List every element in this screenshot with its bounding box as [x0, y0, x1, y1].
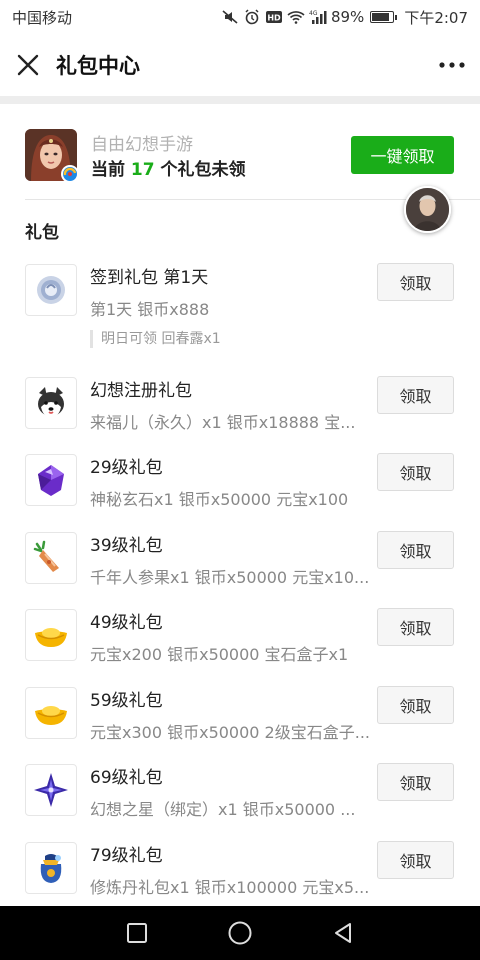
avatar-portrait-icon	[406, 188, 449, 231]
gift-name: 69级礼包	[90, 768, 163, 788]
hd-icon: HD	[265, 9, 283, 25]
gift-icon	[25, 264, 77, 316]
gift-description: 修炼丹礼包x1 银币x100000 元宝x5...	[90, 878, 370, 897]
page-title: 礼包中心	[56, 54, 140, 78]
gift-row: 49级礼包 元宝x200 银币x50000 宝石盒子x1 领取	[0, 597, 480, 667]
gold-ingot-icon	[35, 706, 67, 725]
section-title: 礼包	[25, 223, 59, 243]
more-button[interactable]	[424, 34, 480, 96]
signal-icon: 4G	[309, 9, 327, 25]
gift-row: 签到礼包 第1天 第1天 银币x888 明日可领 回春露x1 领取	[0, 252, 480, 348]
gift-name: 39级礼包	[90, 536, 163, 556]
home-button[interactable]	[220, 913, 260, 953]
gift-row: 79级礼包 修炼丹礼包x1 银币x100000 元宝x5... 领取	[0, 830, 480, 900]
claim-button[interactable]: 领取	[377, 531, 454, 569]
close-button[interactable]	[0, 34, 56, 96]
gift-description: 元宝x300 银币x50000 2级宝石盒子...	[90, 723, 370, 742]
game-name: 自由幻想手游	[91, 135, 193, 155]
close-icon	[17, 54, 39, 76]
gift-name: 79级礼包	[90, 846, 163, 866]
header-separator	[0, 96, 480, 104]
claim-button[interactable]: 领取	[377, 763, 454, 801]
gift-name: 幻想注册礼包	[90, 381, 192, 401]
recents-button[interactable]	[117, 913, 157, 953]
claim-button[interactable]: 领取	[377, 263, 454, 301]
claim-button[interactable]: 领取	[377, 608, 454, 646]
gift-icon	[25, 377, 77, 429]
gift-description: 第1天 银币x888	[90, 300, 210, 319]
gift-row: 幻想注册礼包 来福儿（永久）x1 银币x18888 宝... 领取	[0, 365, 480, 435]
svg-text:4G: 4G	[309, 10, 318, 17]
gift-description: 幻想之星（绑定）x1 银币x50000 ...	[90, 800, 356, 819]
floating-user-avatar[interactable]	[404, 186, 451, 233]
gift-icon	[25, 454, 77, 506]
battery-percent: 89%	[330, 8, 365, 26]
platform-badge-icon	[63, 167, 77, 181]
gift-icon	[25, 764, 77, 816]
gift-description: 来福儿（永久）x1 银币x18888 宝...	[90, 413, 356, 432]
circle-icon	[228, 921, 252, 945]
gift-icon	[25, 687, 77, 739]
gift-row: 69级礼包 幻想之星（绑定）x1 银币x50000 ... 领取	[0, 752, 480, 822]
triangle-back-icon	[335, 923, 352, 943]
claim-button[interactable]: 领取	[377, 686, 454, 724]
pending-gift-count: 当前 17 个礼包未领	[91, 155, 246, 180]
gift-row: 29级礼包 神秘玄石x1 银币x50000 元宝x100 领取	[0, 442, 480, 512]
battery-icon	[370, 11, 398, 23]
claim-button[interactable]: 领取	[377, 841, 454, 879]
square-icon	[126, 923, 147, 943]
claim-button[interactable]: 领取	[377, 376, 454, 414]
purple-gem-icon	[38, 465, 64, 496]
title-bar: 礼包中心	[0, 34, 480, 96]
mute-icon	[221, 9, 239, 25]
clock: 下午2:07	[404, 8, 468, 27]
gift-name: 59级礼包	[90, 691, 163, 711]
claim-button[interactable]: 领取	[377, 453, 454, 491]
gift-name: 29级礼包	[90, 458, 163, 478]
silver-coin-icon	[37, 276, 65, 304]
gold-ingot-icon	[35, 628, 67, 647]
pending-count: 17	[130, 160, 155, 180]
pending-suffix: 个礼包未领	[160, 160, 246, 180]
gift-icon	[25, 609, 77, 661]
gift-row: 59级礼包 元宝x300 银币x50000 2级宝石盒子... 领取	[0, 675, 480, 745]
system-nav-bar	[0, 906, 480, 960]
pending-prefix: 当前	[91, 160, 125, 180]
status-icons: HD 4G 89% 下午2:07	[221, 7, 468, 28]
gift-icon	[25, 532, 77, 584]
game-platform-badge	[61, 165, 79, 183]
gift-next-day-note: 明日可领 回春露x1	[90, 330, 221, 348]
gift-description: 神秘玄石x1 银币x50000 元宝x100	[90, 490, 349, 509]
more-icon	[439, 62, 465, 68]
gift-description: 千年人参果x1 银币x50000 元宝x10...	[90, 568, 370, 587]
husky-pet-icon	[38, 387, 64, 417]
ginseng-icon	[33, 540, 59, 572]
game-header: 自由幻想手游 当前 17 个礼包未领 一键领取	[0, 104, 480, 200]
wifi-icon	[287, 9, 305, 25]
gift-icon	[25, 842, 77, 894]
gift-name: 签到礼包 第1天	[90, 268, 209, 288]
carrier-name: 中国移动	[12, 8, 73, 27]
gift-row: 39级礼包 千年人参果x1 银币x50000 元宝x10... 领取	[0, 520, 480, 590]
alarm-icon	[243, 9, 261, 25]
elixir-bag-icon	[40, 854, 62, 883]
gift-name: 49级礼包	[90, 613, 163, 633]
claim-all-button[interactable]: 一键领取	[351, 136, 454, 174]
gift-description: 元宝x200 银币x50000 宝石盒子x1	[90, 645, 349, 664]
fantasy-star-icon	[34, 773, 68, 807]
back-button[interactable]	[323, 913, 363, 953]
status-bar: 中国移动 HD 4G 89% 下午2:07	[0, 0, 480, 34]
svg-text:HD: HD	[267, 14, 281, 23]
